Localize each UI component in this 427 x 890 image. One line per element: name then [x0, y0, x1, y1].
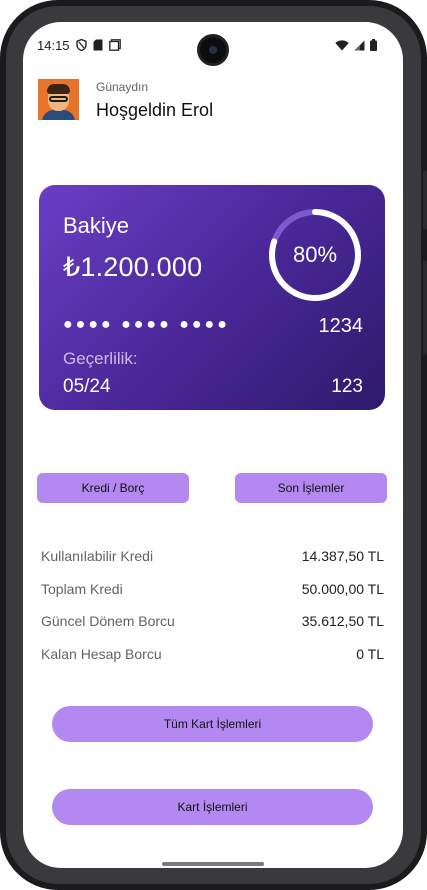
summary-label: Güncel Dönem Borcu: [41, 613, 175, 630]
summary-value: 35.612,50 TL: [301, 613, 384, 630]
power-button: [423, 260, 427, 355]
all-card-transactions-button[interactable]: Tüm Kart İşlemleri: [52, 706, 373, 742]
credit-summary: Kullanılabilir Kredi 14.387,50 TL Toplam…: [41, 540, 384, 670]
recent-transactions-button[interactable]: Son İşlemler: [235, 473, 387, 503]
app-screen: 14:15 Günaydın Hoşgeldin Erol Bakiye ₺1.…: [23, 22, 403, 868]
card-last-four: 1234: [318, 315, 364, 337]
screen-icon: [108, 39, 121, 51]
clock: 14:15: [37, 37, 70, 53]
card-transactions-button[interactable]: Kart İşlemleri: [52, 789, 373, 825]
summary-row: Kalan Hesap Borcu 0 TL: [41, 638, 384, 671]
validity-label: Geçerlilik:: [63, 349, 138, 368]
credit-debt-button[interactable]: Kredi / Borç: [37, 473, 189, 503]
avatar[interactable]: [38, 79, 79, 120]
summary-label: Kalan Hesap Borcu: [41, 645, 162, 662]
summary-value: 0 TL: [356, 645, 384, 662]
summary-value: 14.387,50 TL: [301, 548, 384, 565]
validity-date: 05/24: [63, 376, 111, 397]
volume-button: [423, 170, 427, 230]
summary-row: Güncel Dönem Borcu 35.612,50 TL: [41, 605, 384, 638]
signal-icon: [354, 40, 365, 50]
sim-card-icon: [93, 39, 103, 51]
summary-label: Toplam Kredi: [41, 580, 123, 597]
card-title: Bakiye: [63, 213, 130, 238]
card-masked-number: ●●●● ●●●● ●●●●: [63, 316, 230, 333]
phone-frame: 14:15 Günaydın Hoşgeldin Erol Bakiye ₺1.…: [0, 0, 427, 890]
card-balance: ₺1.200.000: [63, 252, 203, 282]
status-right: [335, 39, 377, 51]
wifi-icon: [335, 39, 349, 50]
summary-row: Toplam Kredi 50.000,00 TL: [41, 573, 384, 606]
summary-label: Kullanılabilir Kredi: [41, 548, 154, 565]
progress-label: 80%: [292, 242, 338, 267]
card-cvv: 123: [331, 376, 363, 397]
credit-card[interactable]: Bakiye ₺1.200.000 80% ●●●● ●●●● ●●●● 123…: [39, 185, 385, 410]
battery-icon: [370, 39, 377, 51]
status-left: 14:15: [37, 38, 121, 53]
front-camera: [197, 34, 229, 66]
shield-icon: [75, 39, 87, 51]
summary-row: Kullanılabilir Kredi 14.387,50 TL: [41, 540, 384, 573]
home-indicator[interactable]: [162, 862, 264, 866]
summary-value: 50.000,00 TL: [301, 580, 384, 597]
greeting-header: Günaydın Hoşgeldin Erol: [38, 79, 213, 121]
welcome-title: Hoşgeldin Erol: [96, 100, 214, 120]
greeting-text: Günaydın Hoşgeldin Erol: [96, 79, 213, 121]
greeting-label: Günaydın: [96, 80, 149, 94]
